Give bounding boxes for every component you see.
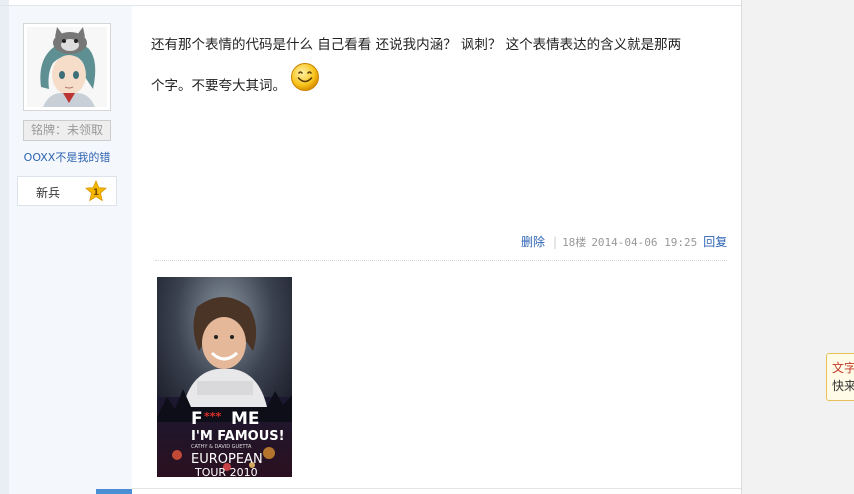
floor-number: 18楼 (562, 236, 587, 249)
avatar[interactable] (23, 23, 111, 111)
post-timestamp: 2014-04-06 19:25 (591, 236, 698, 249)
level-number: 1 (93, 188, 99, 198)
post-line-1: 还有那个表情的代码是什么 自己看看 还说我内涵？ 讽刺？ 这个表情表达的含义就是… (151, 37, 682, 53)
post-line-2: 个字。不要夸大其词。 (151, 62, 731, 103)
poster-european: EUROPEAN (191, 452, 263, 467)
poster-title-f: F (191, 409, 203, 429)
poster-stars: *** (204, 410, 222, 423)
poster-title-me: ME (231, 409, 260, 429)
delete-link[interactable]: 删除 (521, 235, 545, 249)
bottom-divider (132, 488, 741, 489)
floating-tip[interactable]: 文字 快来 (826, 353, 854, 401)
poster-tour: TOUR 2010 (194, 466, 258, 477)
right-panel (741, 0, 854, 494)
avatar-image (27, 27, 107, 107)
level-star-icon: 1 (85, 180, 107, 202)
post-line-2-text: 个字。不要夸大其词。 (151, 78, 286, 94)
signature-image[interactable]: F *** ME I'M FAMOUS! CATHY & DAVID GUETT… (157, 277, 292, 477)
nameplate-badge[interactable]: 铭牌：未领取 (23, 120, 111, 141)
left-gutter (0, 0, 9, 494)
user-level: 新兵 1 (17, 176, 117, 206)
post-divider (155, 260, 727, 261)
meta-separator: | (553, 235, 558, 249)
username-link[interactable]: OOXX不是我的错 (14, 150, 120, 166)
post-content: 还有那个表情的代码是什么 自己看看 还说我内涵？ 讽刺？ 这个表情表达的含义就是… (151, 28, 731, 103)
smiley-icon (290, 62, 320, 92)
reply-link[interactable]: 回复 (703, 235, 727, 249)
bottom-tab-marker (96, 489, 132, 494)
level-title: 新兵 (36, 186, 61, 200)
floating-tip-text: 快来 (832, 379, 854, 393)
poster-credit: CATHY & DAVID GUETTA (191, 444, 252, 450)
poster-famous: I'M FAMOUS! (191, 429, 285, 444)
floating-tip-title: 文字 (832, 361, 854, 375)
post-meta: 删除 | 18楼 2014-04-06 19:25 回复 (521, 234, 727, 251)
